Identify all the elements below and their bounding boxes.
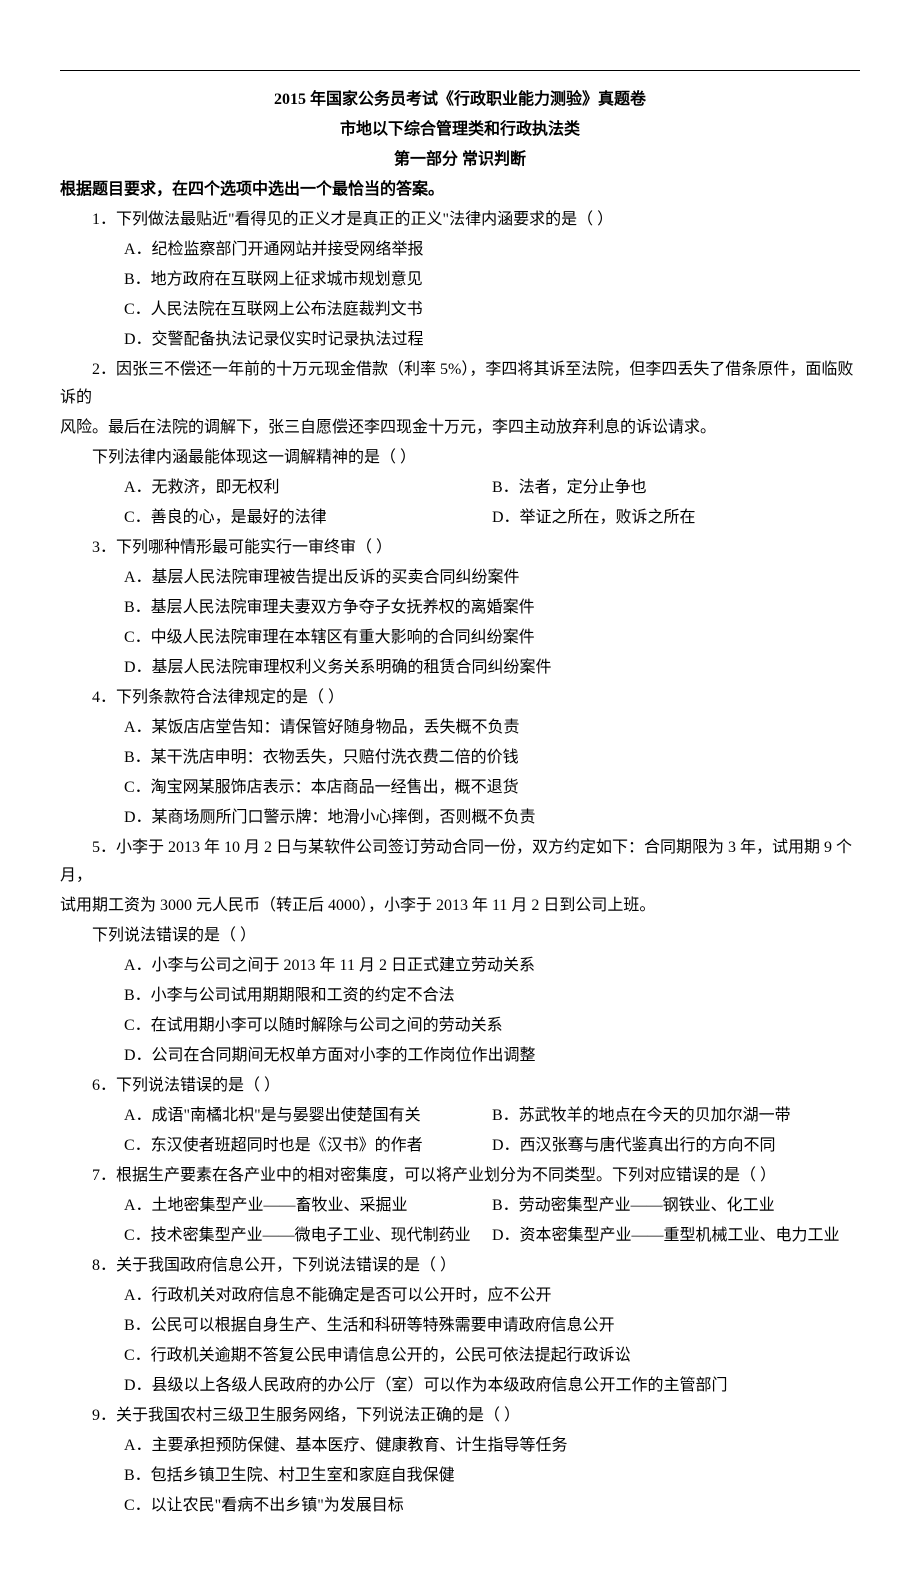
q7-option-d: D．资本密集型产业——重型机械工业、电力工业 bbox=[492, 1222, 860, 1250]
q8-option-c: C．行政机关逾期不答复公民申请信息公开的，公民可依法提起行政诉讼 bbox=[60, 1342, 860, 1370]
q2-option-a: A．无救济，即无权利 bbox=[124, 474, 492, 502]
q6-option-c: C．东汉使者班超同时也是《汉书》的作者 bbox=[124, 1132, 492, 1160]
q4-stem: 4．下列条款符合法律规定的是（ ） bbox=[60, 684, 860, 712]
q8-option-b: B．公民可以根据自身生产、生活和科研等特殊需要申请政府信息公开 bbox=[60, 1312, 860, 1340]
q5-option-d: D．公司在合同期间无权单方面对小李的工作岗位作出调整 bbox=[60, 1042, 860, 1070]
q4-option-c: C．淘宝网某服饰店表示：本店商品一经售出，概不退货 bbox=[60, 774, 860, 802]
q2-stem-line1: 2．因张三不偿还一年前的十万元现金借款（利率 5%），李四将其诉至法院，但李四丢… bbox=[60, 356, 860, 412]
q3-option-d: D．基层人民法院审理权利义务关系明确的租赁合同纠纷案件 bbox=[60, 654, 860, 682]
q9-option-a: A．主要承担预防保健、基本医疗、健康教育、计生指导等任务 bbox=[60, 1432, 860, 1460]
q2-substem: 下列法律内涵最能体现这一调解精神的是（ ） bbox=[60, 444, 860, 472]
q2-option-c: C．善良的心，是最好的法律 bbox=[124, 504, 492, 532]
q7-option-c: C．技术密集型产业——微电子工业、现代制药业 bbox=[124, 1222, 492, 1250]
main-title: 2015 年国家公务员考试《行政职业能力测验》真题卷 bbox=[60, 86, 860, 114]
q2-options-row2: C．善良的心，是最好的法律 D．举证之所在，败诉之所在 bbox=[60, 504, 860, 532]
q8-stem: 8．关于我国政府信息公开，下列说法错误的是（ ） bbox=[60, 1252, 860, 1280]
q7-option-a: A．土地密集型产业——畜牧业、采掘业 bbox=[124, 1192, 492, 1220]
q8-option-d: D．县级以上各级人民政府的办公厅（室）可以作为本级政府信息公开工作的主管部门 bbox=[60, 1372, 860, 1400]
q5-stem-line2: 试用期工资为 3000 元人民币（转正后 4000），小李于 2013 年 11… bbox=[60, 892, 860, 920]
q8-option-a: A．行政机关对政府信息不能确定是否可以公开时，应不公开 bbox=[60, 1282, 860, 1310]
q4-option-d: D．某商场厕所门口警示牌：地滑小心摔倒，否则概不负责 bbox=[60, 804, 860, 832]
q7-stem: 7．根据生产要素在各产业中的相对密集度，可以将产业划分为不同类型。下列对应错误的… bbox=[60, 1162, 860, 1190]
q9-option-b: B．包括乡镇卫生院、村卫生室和家庭自我保健 bbox=[60, 1462, 860, 1490]
q3-option-b: B．基层人民法院审理夫妻双方争夺子女抚养权的离婚案件 bbox=[60, 594, 860, 622]
q1-option-d: D．交警配备执法记录仪实时记录执法过程 bbox=[60, 326, 860, 354]
q5-option-b: B．小李与公司试用期期限和工资的约定不合法 bbox=[60, 982, 860, 1010]
q5-option-c: C．在试用期小李可以随时解除与公司之间的劳动关系 bbox=[60, 1012, 860, 1040]
instruction-text: 根据题目要求，在四个选项中选出一个最恰当的答案。 bbox=[60, 176, 860, 204]
q4-option-a: A．某饭店店堂告知：请保管好随身物品，丢失概不负责 bbox=[60, 714, 860, 742]
q7-option-b: B．劳动密集型产业——钢铁业、化工业 bbox=[492, 1192, 860, 1220]
q9-stem: 9．关于我国农村三级卫生服务网络，下列说法正确的是（ ） bbox=[60, 1402, 860, 1430]
q2-option-d: D．举证之所在，败诉之所在 bbox=[492, 504, 860, 532]
q2-options-row1: A．无救济，即无权利 B．法者，定分止争也 bbox=[60, 474, 860, 502]
q2-stem-line2: 风险。最后在法院的调解下，张三自愿偿还李四现金十万元，李四主动放弃利息的诉讼请求… bbox=[60, 414, 860, 442]
q1-option-b: B．地方政府在互联网上征求城市规划意见 bbox=[60, 266, 860, 294]
q5-option-a: A．小李与公司之间于 2013 年 11 月 2 日正式建立劳动关系 bbox=[60, 952, 860, 980]
q9-option-c: C．以让农民"看病不出乡镇"为发展目标 bbox=[60, 1492, 860, 1520]
q5-stem-line1: 5．小李于 2013 年 10 月 2 日与某软件公司签订劳动合同一份，双方约定… bbox=[60, 834, 860, 890]
q2-option-b: B．法者，定分止争也 bbox=[492, 474, 860, 502]
q3-option-a: A．基层人民法院审理被告提出反诉的买卖合同纠纷案件 bbox=[60, 564, 860, 592]
q7-options-row2: C．技术密集型产业——微电子工业、现代制药业 D．资本密集型产业——重型机械工业… bbox=[60, 1222, 860, 1250]
q4-option-b: B．某干洗店申明：衣物丢失，只赔付洗衣费二倍的价钱 bbox=[60, 744, 860, 772]
q1-option-a: A．纪检监察部门开通网站并接受网络举报 bbox=[60, 236, 860, 264]
q5-substem: 下列说法错误的是（ ） bbox=[60, 922, 860, 950]
q6-option-b: B．苏武牧羊的地点在今天的贝加尔湖一带 bbox=[492, 1102, 860, 1130]
q6-stem: 6．下列说法错误的是（ ） bbox=[60, 1072, 860, 1100]
q6-option-d: D．西汉张骞与唐代鉴真出行的方向不同 bbox=[492, 1132, 860, 1160]
top-divider bbox=[60, 70, 860, 71]
q3-option-c: C．中级人民法院审理在本辖区有重大影响的合同纠纷案件 bbox=[60, 624, 860, 652]
q1-option-c: C．人民法院在互联网上公布法庭裁判文书 bbox=[60, 296, 860, 324]
q1-stem: 1．下列做法最贴近"看得见的正义才是真正的正义"法律内涵要求的是（ ） bbox=[60, 206, 860, 234]
q6-options-row1: A．成语"南橘北枳"是与晏婴出使楚国有关 B．苏武牧羊的地点在今天的贝加尔湖一带 bbox=[60, 1102, 860, 1130]
q6-option-a: A．成语"南橘北枳"是与晏婴出使楚国有关 bbox=[124, 1102, 492, 1130]
subtitle: 市地以下综合管理类和行政执法类 bbox=[60, 116, 860, 144]
section-title: 第一部分 常识判断 bbox=[60, 146, 860, 174]
q6-options-row2: C．东汉使者班超同时也是《汉书》的作者 D．西汉张骞与唐代鉴真出行的方向不同 bbox=[60, 1132, 860, 1160]
q3-stem: 3．下列哪种情形最可能实行一审终审（ ） bbox=[60, 534, 860, 562]
q7-options-row1: A．土地密集型产业——畜牧业、采掘业 B．劳动密集型产业——钢铁业、化工业 bbox=[60, 1192, 860, 1220]
